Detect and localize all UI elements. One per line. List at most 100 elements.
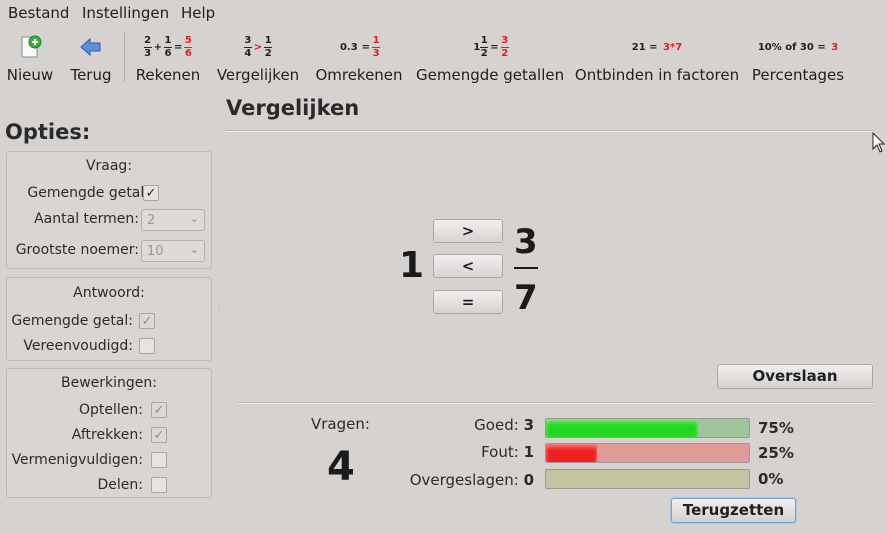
mode-gemengde-getallen-button[interactable]: 1 12 = 32 Gemengde getallen xyxy=(416,30,564,88)
new-button[interactable]: Nieuw xyxy=(4,30,56,88)
skipped-count: 0 xyxy=(523,471,534,489)
answer-options-group: Antwoord: Gemengde getal: ✓ Vereenvoudig… xyxy=(6,277,212,361)
splitter-handle[interactable]: · · · xyxy=(218,303,221,317)
add-checkbox[interactable]: ✓ xyxy=(151,402,167,418)
multiply-label: Vermenigvuldigen: xyxy=(11,452,143,468)
percent-result: 3 xyxy=(831,41,839,53)
check-icon: ✓ xyxy=(141,313,153,329)
subtract-label: Aftrekken: xyxy=(71,427,143,443)
fraction-bar xyxy=(514,267,538,269)
correct-stat: Goed: 3 xyxy=(474,416,534,434)
subtract-checkbox[interactable]: ✓ xyxy=(151,427,167,443)
convert-icon: 0.3 = 13 xyxy=(339,34,381,59)
new-document-icon xyxy=(4,32,56,62)
percentage-icon: 10% of 30 = 3 xyxy=(748,32,848,62)
mode-omrekenen-label: Omrekenen xyxy=(315,66,403,84)
add-label: Optellen: xyxy=(79,402,143,418)
answer-mixed-label: Gemengde getal: xyxy=(11,313,133,329)
chevron-down-icon: ⌄ xyxy=(189,243,199,256)
wrong-progress-bar xyxy=(545,443,750,463)
denominator-select[interactable]: 10 ⌄ xyxy=(141,240,205,262)
greater-than-button[interactable]: > xyxy=(433,219,503,243)
stats-separator xyxy=(238,402,874,404)
back-button[interactable]: Terug xyxy=(66,30,116,88)
check-icon: ✓ xyxy=(153,402,165,418)
mode-percentages-button[interactable]: 10% of 30 = 3 Percentages xyxy=(748,30,848,88)
correct-progress-fill xyxy=(546,419,699,437)
wrong-stat: Fout: 1 xyxy=(481,443,534,461)
wrong-label: Fout: xyxy=(481,443,519,461)
wrong-count: 1 xyxy=(523,443,534,461)
skipped-label: Overgeslagen: xyxy=(409,471,519,489)
question-mixed-checkbox[interactable]: ✓ xyxy=(143,185,159,201)
percent-text: 10% of 30 = xyxy=(757,41,830,53)
mode-vergelijken-label: Vergelijken xyxy=(216,66,300,84)
terms-label: Aantal termen: xyxy=(34,211,139,227)
correct-percentage: 75% xyxy=(758,419,794,437)
mode-percentages-label: Percentages xyxy=(751,66,845,84)
reduced-label: Vereenvoudigd: xyxy=(23,338,133,354)
decimal-text: 0.3 xyxy=(339,41,358,53)
operations-options-group: Bewerkingen: Optellen: ✓ Aftrekken: ✓ Ve… xyxy=(6,368,212,498)
correct-label: Goed: xyxy=(474,416,519,434)
less-than-button[interactable]: < xyxy=(433,254,503,278)
check-icon: ✓ xyxy=(145,185,157,201)
page-title: Vergelijken xyxy=(226,96,360,120)
skipped-percentage: 0% xyxy=(758,470,784,488)
multiply-checkbox[interactable] xyxy=(151,452,167,468)
denominator-label: Grootste noemer: xyxy=(15,242,139,258)
skipped-progress-bar xyxy=(545,469,750,489)
mode-rekenen-label: Rekenen xyxy=(135,66,201,84)
skipped-stat: Overgeslagen: 0 xyxy=(410,471,534,489)
mode-omrekenen-button[interactable]: 0.3 = 13 Omrekenen xyxy=(313,30,405,88)
factor-text: 21 = xyxy=(631,41,662,53)
divide-label: Delen: xyxy=(97,477,144,493)
terms-select[interactable]: 2 ⌄ xyxy=(141,209,205,231)
factorize-icon: 21 = 3*7 xyxy=(574,32,740,62)
operations-group-title: Bewerkingen: xyxy=(61,375,157,391)
equal-button[interactable]: = xyxy=(433,290,503,314)
questions-label: Vragen: xyxy=(311,415,370,433)
toolbar-separator xyxy=(124,32,125,82)
denominator-value: 10 xyxy=(147,244,164,259)
new-button-label: Nieuw xyxy=(6,66,54,84)
mouse-cursor-icon xyxy=(872,131,886,158)
mixed-number-icon: 1 12 = 32 xyxy=(473,34,509,59)
question-options-group: Vraag: Gemengde getal: ✓ Aantal termen: … xyxy=(6,151,212,269)
answer-mixed-checkbox[interactable]: ✓ xyxy=(139,313,155,329)
compare-icon: 34 > 12 xyxy=(243,34,273,59)
answer-group-title: Antwoord: xyxy=(73,285,145,301)
menu-help[interactable]: Help xyxy=(181,4,215,22)
menu-bestand[interactable]: Bestand xyxy=(8,4,69,22)
skip-button[interactable]: Overslaan xyxy=(717,364,873,389)
fraction-denominator: 7 xyxy=(514,278,538,318)
left-number: 1 xyxy=(399,245,425,286)
question-mixed-label: Gemengde getal: xyxy=(27,185,149,201)
reduced-checkbox[interactable] xyxy=(139,338,155,354)
options-heading: Opties: xyxy=(5,120,91,144)
terms-value: 2 xyxy=(147,213,156,228)
correct-count: 3 xyxy=(523,416,534,434)
mode-ontbinden-button[interactable]: 21 = 3*7 Ontbinden in factoren xyxy=(574,30,740,88)
menu-bar: Bestand Instellingen Help xyxy=(0,0,887,26)
factor-result: 3*7 xyxy=(663,41,683,53)
wrong-progress-fill xyxy=(546,444,597,462)
divide-checkbox[interactable] xyxy=(151,477,167,493)
menu-instellingen[interactable]: Instellingen xyxy=(82,4,169,22)
question-group-title: Vraag: xyxy=(85,158,133,174)
correct-progress-bar xyxy=(545,418,750,438)
arithmetic-icon: 23 + 16 = 56 xyxy=(143,34,193,59)
reset-button[interactable]: Terugzetten xyxy=(671,498,796,523)
wrong-percentage: 25% xyxy=(758,444,794,462)
back-button-label: Terug xyxy=(70,66,112,84)
mode-ontbinden-label: Ontbinden in factoren xyxy=(574,66,740,84)
mode-rekenen-button[interactable]: 23 + 16 = 56 Rekenen xyxy=(132,30,204,88)
title-separator xyxy=(226,130,876,132)
arrow-left-icon xyxy=(66,32,116,62)
chevron-down-icon: ⌄ xyxy=(189,212,199,225)
mode-gemengde-getallen-label: Gemengde getallen xyxy=(416,66,565,84)
fraction-numerator: 3 xyxy=(514,222,538,262)
check-icon: ✓ xyxy=(153,427,165,443)
mode-vergelijken-button[interactable]: 34 > 12 Vergelijken xyxy=(215,30,301,88)
questions-count: 4 xyxy=(327,444,355,490)
